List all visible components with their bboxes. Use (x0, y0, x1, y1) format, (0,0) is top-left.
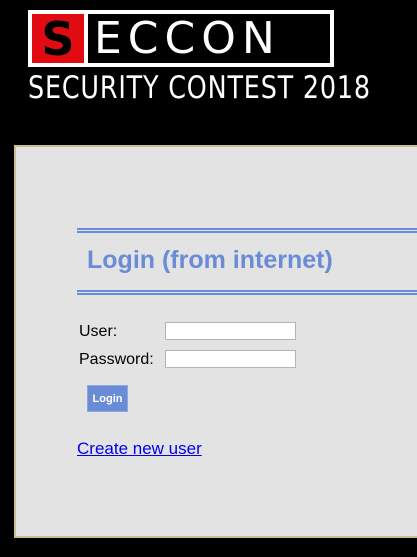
title-rule-top (77, 228, 417, 233)
logo-red-letter: S (28, 10, 84, 67)
login-title: Login (from internet) (87, 246, 333, 274)
logo-text: ECCON (84, 10, 334, 67)
password-input[interactable] (165, 350, 296, 368)
login-panel: Login (from internet) User: Password: Lo… (14, 145, 417, 538)
contest-subtitle: SECURITY CONTEST 2018 (28, 70, 371, 106)
user-label: User: (79, 323, 118, 340)
page-header: S ECCON SECURITY CONTEST 2018 (0, 0, 417, 145)
seccon-logo: S ECCON (28, 10, 334, 67)
login-button[interactable]: Login (87, 385, 128, 412)
create-new-user-link[interactable]: Create new user (77, 439, 202, 459)
title-rule-bottom (77, 290, 417, 295)
password-label: Password: (79, 351, 154, 368)
user-input[interactable] (165, 322, 296, 340)
